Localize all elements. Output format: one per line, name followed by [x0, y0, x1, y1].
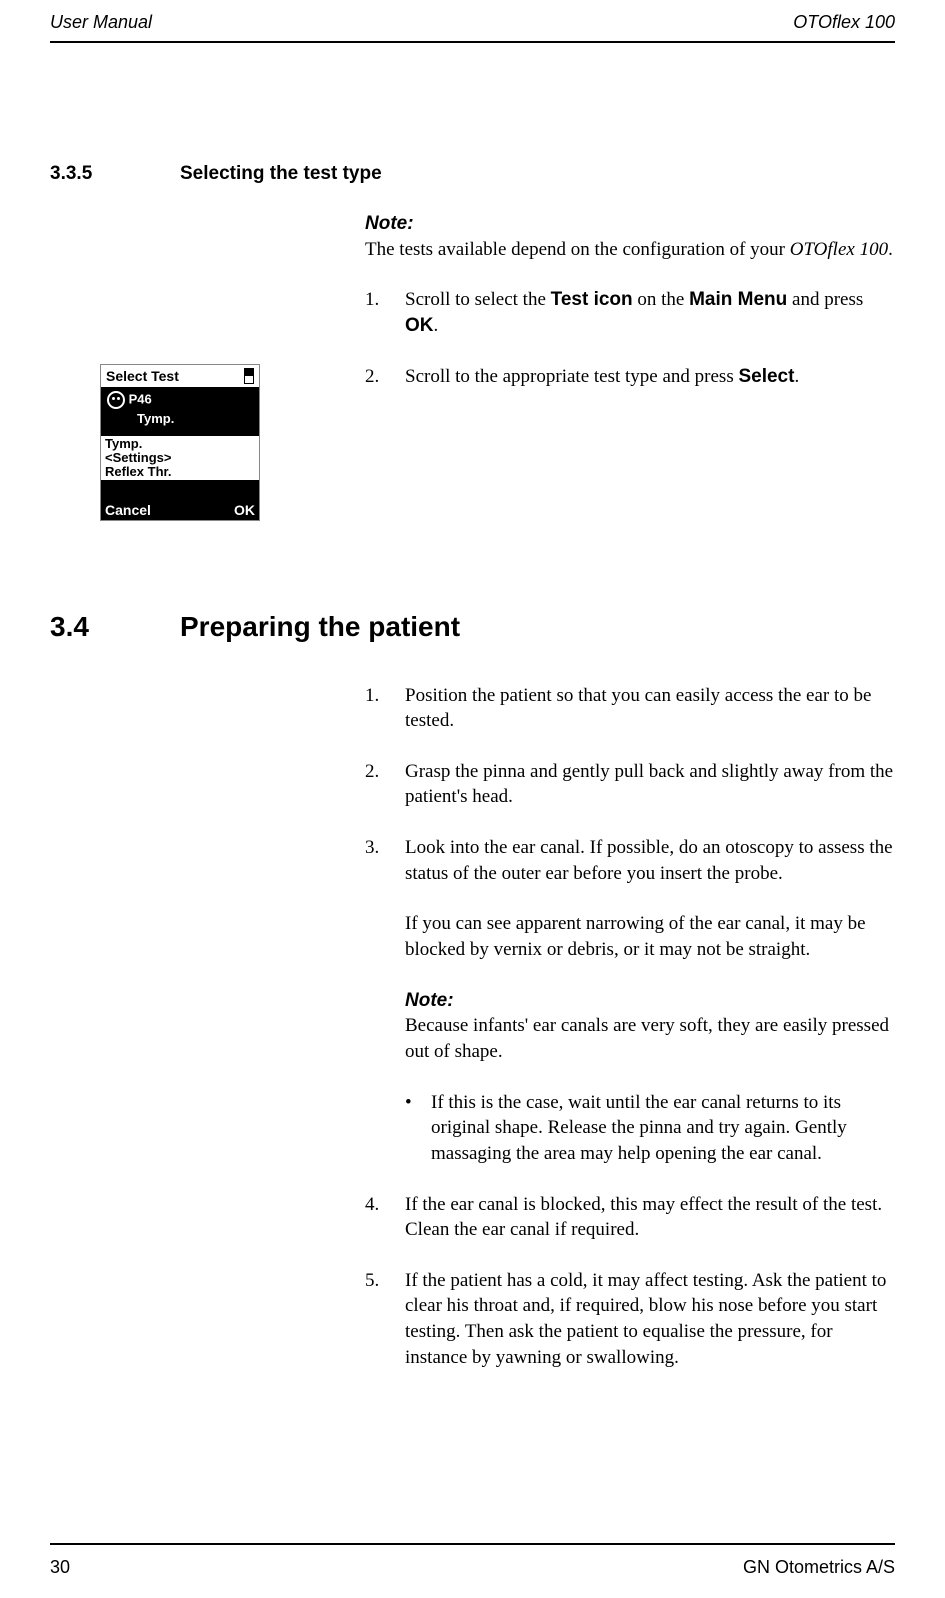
- bullet-item: • If this is the case, wait until the ea…: [405, 1090, 895, 1167]
- step-content: Scroll to select the Test icon on the Ma…: [405, 287, 895, 338]
- step-number: 1.: [365, 287, 405, 338]
- note-text: The tests available depend on the config…: [365, 239, 790, 260]
- step-2: 2. Grasp the pinna and gently pull back …: [365, 759, 895, 810]
- page-header: User Manual OTOflex 100: [50, 0, 895, 43]
- step-2: 2. Scroll to the appropriate test type a…: [365, 364, 895, 390]
- section-335-heading: 3.3.5 Selecting the test type: [50, 163, 895, 185]
- device-patient: P46: [129, 391, 152, 406]
- step-4: 4. If the ear canal is blocked, this may…: [365, 1192, 895, 1243]
- device-title: Select Test: [106, 368, 179, 384]
- bullet-text: If this is the case, wait until the ear …: [431, 1090, 895, 1167]
- page-footer: 30 GN Otometrics A/S: [50, 1543, 895, 1598]
- section-title: Preparing the patient: [180, 611, 460, 643]
- device-screenshot: Select Test P46 Tymp. Tymp. <Settings> R…: [100, 364, 260, 521]
- step-number: 2.: [365, 364, 405, 390]
- step-number: 3.: [365, 835, 405, 963]
- step-sub-paragraph: If you can see apparent narrowing of the…: [405, 911, 895, 962]
- menu-item-1: Tymp.: [105, 437, 255, 451]
- note-product: OTOflex 100: [790, 239, 888, 260]
- menu-item-3: Reflex Thr.: [105, 465, 255, 479]
- step-content: Grasp the pinna and gently pull back and…: [405, 759, 895, 810]
- step-number: 1.: [365, 683, 405, 734]
- bullet-marker: •: [405, 1090, 431, 1167]
- note-block: Note: Because infants' ear canals are ve…: [405, 988, 895, 1065]
- page-number: 30: [50, 1557, 70, 1578]
- note-label: Note:: [365, 211, 895, 237]
- note-text: Because infants' ear canals are very sof…: [405, 1015, 889, 1062]
- step-content: Look into the ear canal. If possible, do…: [405, 835, 895, 963]
- step-5: 5. If the patient has a cold, it may aff…: [365, 1268, 895, 1371]
- section-number: 3.3.5: [50, 163, 180, 185]
- step-number: 4.: [365, 1192, 405, 1243]
- step-content: Scroll to the appropriate test type and …: [405, 364, 895, 390]
- step-3: 3. Look into the ear canal. If possible,…: [365, 835, 895, 963]
- softkey-cancel: Cancel: [105, 502, 151, 518]
- step-1: 1. Position the patient so that you can …: [365, 683, 895, 734]
- face-icon: [107, 391, 125, 409]
- step-content: If the patient has a cold, it may affect…: [405, 1268, 895, 1371]
- note-label: Note:: [405, 988, 895, 1014]
- note-period: .: [888, 239, 893, 260]
- company-name: GN Otometrics A/S: [743, 1557, 895, 1578]
- softkey-ok: OK: [234, 502, 255, 518]
- section-34-heading: 3.4 Preparing the patient: [50, 611, 895, 643]
- step-1: 1. Scroll to select the Test icon on the…: [365, 287, 895, 338]
- menu-item-2: <Settings>: [105, 451, 255, 465]
- header-doc-type: User Manual: [50, 12, 152, 33]
- header-product: OTOflex 100: [793, 12, 895, 33]
- step-content: If the ear canal is blocked, this may ef…: [405, 1192, 895, 1243]
- section-title: Selecting the test type: [180, 163, 382, 185]
- step-number: 2.: [365, 759, 405, 810]
- device-test-type: Tymp.: [137, 411, 253, 426]
- step-content: Position the patient so that you can eas…: [405, 683, 895, 734]
- section-number: 3.4: [50, 611, 180, 643]
- step-number: 5.: [365, 1268, 405, 1371]
- battery-icon: [244, 368, 254, 384]
- note-block: Note: The tests available depend on the …: [365, 211, 895, 262]
